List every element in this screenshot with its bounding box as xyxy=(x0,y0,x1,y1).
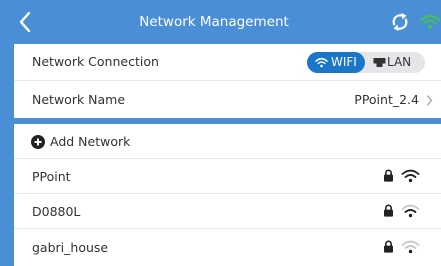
chevron-right-icon xyxy=(426,95,433,106)
add-network-label: Add Network xyxy=(50,134,131,149)
network-list-item[interactable]: gabri_house xyxy=(14,229,441,266)
network-list-item[interactable]: D0880L xyxy=(14,194,441,229)
network-connection-row: Network Connection WIFI LAN xyxy=(14,44,441,81)
app-header: Network Management xyxy=(14,0,441,44)
lock-icon xyxy=(384,204,393,217)
wifi-signal-icon xyxy=(401,169,420,183)
wifi-signal-icon xyxy=(401,240,420,254)
lan-option-label: LAN xyxy=(387,55,412,69)
connection-type-toggle[interactable]: WIFI LAN xyxy=(307,52,425,73)
network-name-value: PPoint_2.4 xyxy=(354,92,419,107)
network-list-item[interactable]: PPoint xyxy=(14,159,441,194)
lock-icon xyxy=(384,240,393,253)
wifi-icon xyxy=(315,57,328,68)
refresh-icon[interactable] xyxy=(391,12,409,32)
network-name-row[interactable]: Network Name PPoint_2.4 xyxy=(14,81,441,118)
connection-settings-card: Network Connection WIFI LAN Network Name… xyxy=(14,44,441,118)
network-ssid: D0880L xyxy=(32,204,81,219)
plus-circle-icon xyxy=(31,135,45,149)
network-name-label: Network Name xyxy=(32,92,126,107)
wifi-option-button[interactable]: WIFI xyxy=(307,52,365,73)
network-management-screen: Network Management Network Connection WI… xyxy=(14,0,441,266)
ethernet-icon xyxy=(373,58,386,67)
page-title: Network Management xyxy=(139,14,289,30)
wifi-status-icon xyxy=(419,14,441,29)
wifi-signal-icon xyxy=(401,204,420,218)
network-connection-label: Network Connection xyxy=(32,54,159,69)
network-ssid: gabri_house xyxy=(32,240,109,255)
lock-icon xyxy=(384,169,393,182)
network-list-card: Add Network PPoint D0880L gabri_house xyxy=(14,124,441,266)
add-network-row[interactable]: Add Network xyxy=(14,124,441,159)
network-ssid: PPoint xyxy=(32,169,71,184)
wifi-option-label: WIFI xyxy=(331,55,357,69)
lan-option-button[interactable]: LAN xyxy=(367,52,425,73)
